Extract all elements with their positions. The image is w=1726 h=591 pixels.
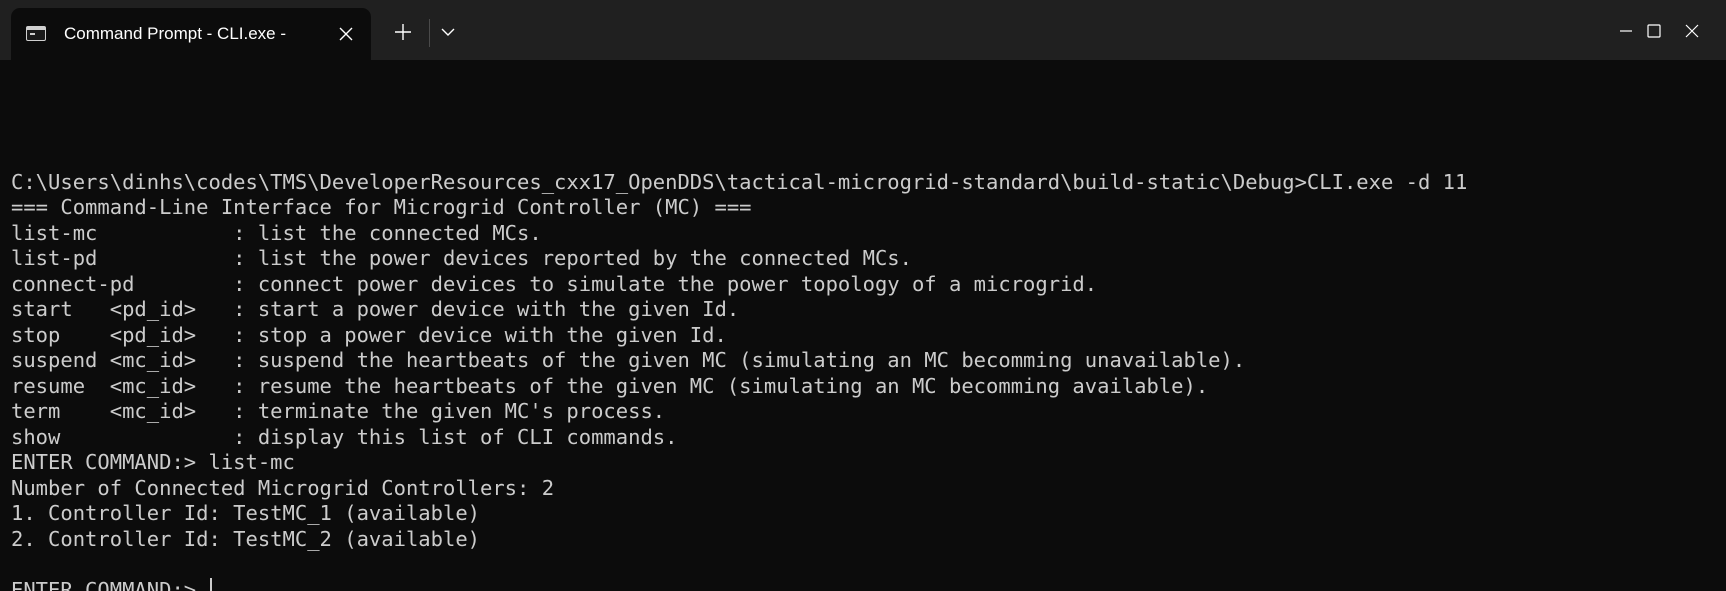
close-icon <box>339 27 353 41</box>
terminal-line: show : display this list of CLI commands… <box>11 424 678 449</box>
terminal-line: 2. Controller Id: TestMC_2 (available) <box>11 526 480 551</box>
terminal-output[interactable]: C:\Users\dinhs\codes\TMS\DeveloperResour… <box>0 60 1726 591</box>
terminal-line: 1. Controller Id: TestMC_1 (available) <box>11 501 480 525</box>
close-window-button[interactable] <box>1660 0 1726 60</box>
close-icon <box>1685 24 1699 38</box>
chevron-down-icon <box>441 28 455 36</box>
terminal-line: term <mc_id> : terminate the given MC's … <box>11 399 666 423</box>
terminal-line: ENTER COMMAND:> list-mc <box>11 450 295 474</box>
terminal-icon <box>26 26 46 41</box>
terminal-line: Number of Connected Microgrid Controller… <box>11 475 555 500</box>
terminal-line: stop <pd_id> : stop a power device with … <box>11 322 727 347</box>
tab-title: Command Prompt - CLI.exe - <box>64 24 287 43</box>
tab-dropdown-button[interactable] <box>428 12 468 52</box>
terminal-line: start <pd_id> : start a power device wit… <box>11 297 740 321</box>
tab-command-prompt[interactable]: Command Prompt - CLI.exe - <box>11 8 371 60</box>
terminal-line: list-pd : list the power devices reporte… <box>11 246 912 270</box>
terminal-line: suspend <mc_id> : suspend the heartbeats… <box>11 348 1246 372</box>
terminal-line: C:\Users\dinhs\codes\TMS\DeveloperResour… <box>11 169 1468 194</box>
new-tab-button[interactable] <box>383 12 423 52</box>
title-bar: Command Prompt - CLI.exe - <box>0 0 1726 60</box>
plus-icon <box>395 24 411 40</box>
terminal-line: list-mc : list the connected MCs. <box>11 220 542 245</box>
prompt-text: ENTER COMMAND:> <box>11 577 209 591</box>
terminal-line: === Command-Line Interface for Microgrid… <box>11 195 752 219</box>
close-tab-button[interactable] <box>333 21 359 47</box>
text-cursor <box>210 578 213 591</box>
terminal-line: connect-pd : connect power devices to si… <box>11 271 1098 296</box>
terminal-lines: C:\Users\dinhs\codes\TMS\DeveloperResour… <box>11 93 1467 591</box>
prompt-line[interactable]: ENTER COMMAND:> <box>11 578 1467 591</box>
terminal-line: resume <mc_id> : resume the heartbeats o… <box>11 373 1209 398</box>
